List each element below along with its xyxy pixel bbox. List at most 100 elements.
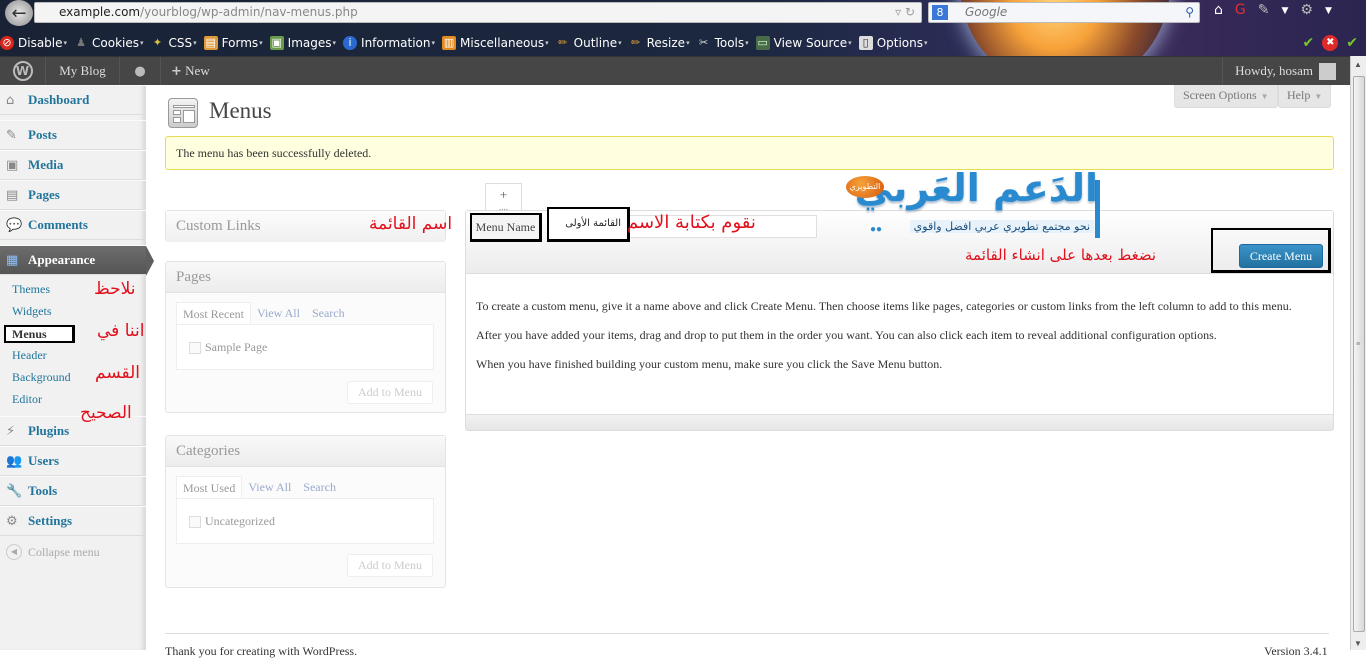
submenu-background[interactable]: Background [12,370,71,385]
scroll-down-icon[interactable]: ▼ [1354,639,1362,648]
devbar-resize[interactable]: ✏ Resize ▾ [629,36,690,50]
new-content-button[interactable]: + New [161,57,220,85]
tab-search[interactable]: Search [297,476,342,498]
sidebar-item-settings[interactable]: ⚙ Settings [0,506,146,536]
categories-list: Uncategorized [176,498,434,544]
tab-view-all[interactable]: View All [242,476,297,498]
scroll-up-icon[interactable]: ▲ [1354,60,1362,69]
devbar-options[interactable]: ▯ Options ▾ [858,36,928,50]
pages-list: Sample Page [176,324,434,370]
sidebar-item-users[interactable]: 👥 Users [0,446,146,476]
devbar-information[interactable]: i Information ▾ [343,36,435,50]
pages-box-header[interactable]: Pages [166,262,445,293]
greeting: Howdy, hosam [1235,63,1313,78]
check-icon[interactable]: ✔ [1346,35,1358,51]
devbar-images[interactable]: ▣ Images ▾ [269,36,336,50]
admin-bar: W My Blog ● + New Howdy, hosam [0,56,1350,85]
source-icon: ▭ [755,36,770,50]
plugin-icon: ⚡ [6,423,16,439]
devbar-disable[interactable]: ⊘ Disable ▾ [0,36,67,50]
tab-most-recent[interactable]: Most Recent [176,302,251,324]
annotation-we-are-in: اننا في [97,321,145,341]
screen-options-button[interactable]: Screen Options ▼ [1174,85,1278,108]
dropdown-arrow-icon: ▼ [1314,92,1323,101]
error-icon[interactable]: ✖ [1322,35,1339,51]
menu-editor-body: To create a custom menu, give it a name … [465,274,1334,415]
ruler-icon: ✏ [631,36,641,49]
devbar-outline[interactable]: ✏ Outline ▾ [556,36,622,50]
pen-icon[interactable]: ✎ [1258,2,1270,20]
submenu-editor[interactable]: Editor [12,392,42,407]
misc-icon: ▥ [442,36,457,50]
sidebar-item-media[interactable]: ▣ Media [0,150,146,180]
annotation-menu-name: اسم القائمة [369,214,453,234]
add-pages-to-menu-button[interactable]: Add to Menu [347,381,433,404]
addon-icon[interactable]: G [1235,2,1246,20]
help-button[interactable]: Help ▼ [1278,85,1332,108]
footer-version: Version 3.4.1 [1264,644,1328,658]
menu-name-input[interactable]: القائمة الأولى [547,207,630,242]
browser-chrome: ← example.com/yourblog/wp-admin/nav-menu… [0,0,1366,56]
check-icon[interactable]: ✔ [1303,35,1315,51]
devbar-view-source[interactable]: ▭ View Source ▾ [755,36,852,50]
devbar-cookies[interactable]: ♟ Cookies ▾ [74,36,143,50]
create-menu-button[interactable]: Create Menu [1239,244,1323,268]
media-icon: ▣ [6,157,19,173]
submenu-menus[interactable]: Menus [4,325,75,343]
history-dropdown-icon[interactable]: ▿ [895,5,901,19]
tab-search[interactable]: Search [306,302,351,324]
collapse-arrow-icon: ◀ [6,544,22,560]
devbar-css[interactable]: ✦ CSS ▾ [151,36,197,50]
grip-icon: ≡ [1356,339,1361,348]
cookie-icon: ♟ [76,36,86,49]
dropdown-icon[interactable]: ▼ [1281,2,1288,20]
sidebar-item-appearance[interactable]: ▦ Appearance [0,245,154,276]
sidebar-item-comments[interactable]: 💬 Comments [0,210,146,240]
comments-button[interactable]: ● [120,57,161,85]
add-categories-to-menu-button[interactable]: Add to Menu [347,554,433,577]
account-menu[interactable]: Howdy, hosam [1222,57,1336,85]
back-arrow-icon: ← [11,2,27,24]
submenu-themes[interactable]: Themes [12,282,50,297]
tab-most-used[interactable]: Most Used [176,476,243,498]
submenu-widgets[interactable]: Widgets [12,304,52,319]
dropdown-icon[interactable]: ▼ [1325,2,1332,20]
url-bar[interactable]: example.com/yourblog/wp-admin/nav-menus.… [34,2,922,23]
search-bar[interactable]: 8 Google ⚲ [928,2,1200,23]
plus-icon: + [171,64,182,79]
sidebar-item-posts[interactable]: ✎ Posts [0,120,146,150]
instruction-text: To create a custom menu, give it a name … [476,299,1292,313]
categories-box-header[interactable]: Categories [166,436,445,467]
dropdown-arrow-icon: ▼ [1260,92,1269,101]
site-name-link[interactable]: My Blog [46,57,120,85]
sidebar-item-pages[interactable]: ▤ Pages [0,180,146,210]
url-domain: example.com [59,5,141,19]
back-button[interactable]: ← [5,0,33,26]
pages-box: Pages Most Recent View All Search Sample… [165,261,446,413]
gear-icon[interactable]: ⚙ [1300,2,1313,20]
checkbox[interactable] [189,515,201,528]
page-checkbox-item[interactable]: Sample Page [189,340,267,355]
reload-icon[interactable]: ↻ [905,5,915,19]
scrollbar-thumb[interactable]: ≡ [1353,76,1365,632]
category-checkbox-item[interactable]: Uncategorized [189,514,275,529]
sidebar-item-tools[interactable]: 🔧 Tools [0,476,146,506]
instruction-text: When you have finished building your cus… [476,357,943,371]
pushpin-icon: ✎ [6,127,17,143]
annotation-click-create: نضغط بعدها على انشاء القائمة [965,246,1157,264]
devbar-miscellaneous[interactable]: ▥ Miscellaneous ▾ [442,36,549,50]
info-icon: i [343,36,358,50]
search-icon[interactable]: ⚲ [1185,3,1194,22]
google-icon[interactable]: 8 [932,5,948,20]
checkbox[interactable] [189,341,201,354]
home-icon[interactable]: ⌂ [1214,2,1223,20]
devbar-forms[interactable]: ▤ Forms ▾ [203,36,263,50]
submenu-header[interactable]: Header [12,348,47,363]
wordpress-logo-button[interactable]: W [0,57,46,85]
vertical-scrollbar[interactable]: ▲ ≡ ▼ [1350,56,1366,650]
add-menu-tab[interactable]: +.... [485,183,522,212]
sidebar-item-dashboard[interactable]: ⌂ Dashboard [0,85,146,115]
devbar-tools[interactable]: ✂ Tools ▾ [697,36,749,50]
collapse-menu-button[interactable]: ◀ Collapse menu [6,544,100,560]
tab-view-all[interactable]: View All [251,302,306,324]
